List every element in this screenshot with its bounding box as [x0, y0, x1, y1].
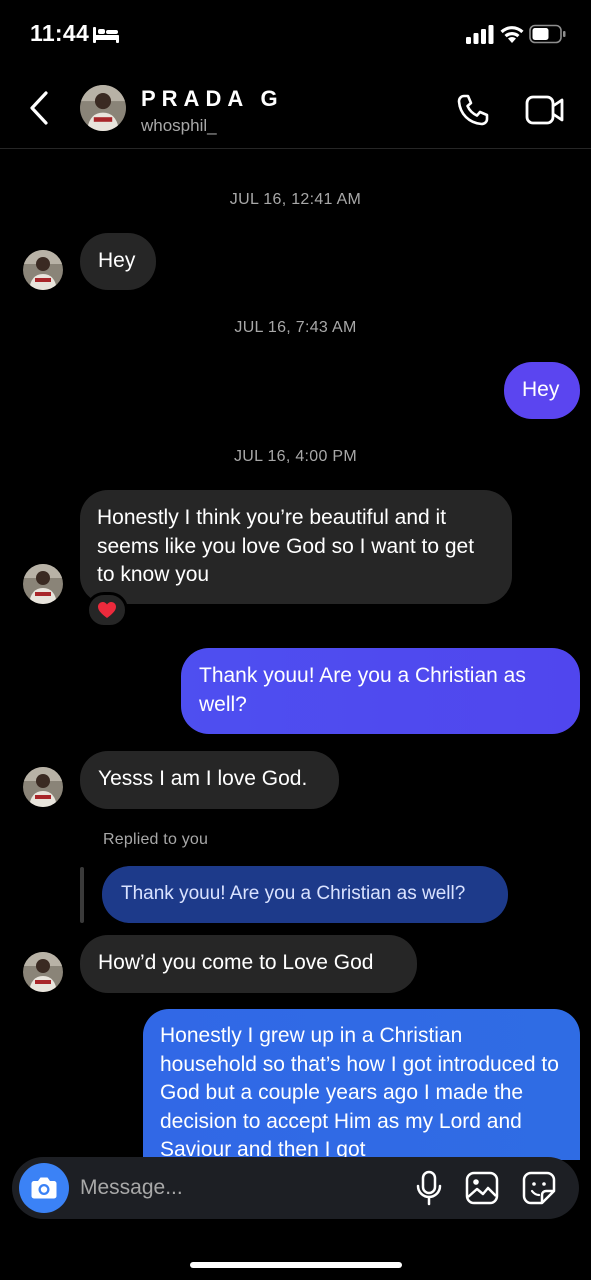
quoted-text: Thank youu! Are you a Christian as well?	[121, 883, 466, 904]
message-thread[interactable]: JUL 16, 12:41 AM Hey JUL 16, 7:43 AM Hey…	[0, 150, 591, 1160]
incoming-message[interactable]: Honestly I think you’re beautiful and it…	[80, 490, 512, 604]
chat-header: PRADA G whosphil_	[0, 70, 591, 149]
wifi-icon	[500, 26, 524, 43]
replied-message-quote[interactable]: Thank youu! Are you a Christian as well?	[102, 866, 508, 923]
sender-avatar[interactable]	[23, 767, 63, 807]
message-text: Honestly I grew up in a Christian househ…	[160, 1024, 559, 1160]
message-composer	[12, 1157, 579, 1219]
message-text: Hey	[98, 249, 136, 272]
incoming-message[interactable]: Hey	[80, 233, 156, 290]
message-timestamp: JUL 16, 7:43 AM	[234, 319, 357, 336]
incoming-message[interactable]: How’d you come to Love God	[80, 935, 417, 993]
sender-avatar[interactable]	[23, 250, 63, 290]
gallery-icon[interactable]	[465, 1171, 499, 1205]
bed-icon	[93, 27, 119, 43]
contact-username[interactable]: whosphil_	[141, 116, 217, 136]
sender-avatar[interactable]	[23, 952, 63, 992]
incoming-message[interactable]: Yesss I am I love God.	[80, 751, 339, 809]
message-text: Honestly I think you’re beautiful and it…	[97, 506, 475, 586]
sender-avatar[interactable]	[23, 564, 63, 604]
message-timestamp: JUL 16, 4:00 PM	[233, 448, 358, 465]
reply-label: Replied to you	[103, 831, 209, 848]
sticker-icon[interactable]	[522, 1171, 556, 1205]
microphone-icon[interactable]	[415, 1170, 443, 1206]
contact-name[interactable]: PRADA G	[141, 86, 284, 112]
video-camera-icon[interactable]	[525, 93, 565, 127]
heart-icon	[98, 602, 116, 618]
message-text: Yesss I am I love God.	[98, 767, 308, 790]
outgoing-message[interactable]: Honestly I grew up in a Christian househ…	[143, 1009, 580, 1160]
message-text: How’d you come to Love God	[98, 951, 374, 974]
reply-indicator-bar	[80, 867, 84, 923]
back-arrow-icon[interactable]	[26, 88, 56, 128]
battery-icon	[529, 24, 566, 44]
camera-icon	[31, 1177, 57, 1199]
outgoing-message[interactable]: Hey	[504, 362, 580, 419]
camera-button[interactable]	[19, 1163, 69, 1213]
header-avatar[interactable]	[80, 85, 126, 131]
message-input[interactable]	[80, 1172, 400, 1204]
message-text: Hey	[522, 378, 560, 401]
message-text: Thank youu! Are you a Christian as well?	[199, 664, 526, 716]
phone-icon[interactable]	[455, 92, 491, 128]
heart-reaction[interactable]: ❤️	[86, 592, 128, 628]
status-time: 11:44	[30, 20, 90, 46]
outgoing-message[interactable]: Thank youu! Are you a Christian as well?	[181, 648, 580, 734]
message-timestamp: JUL 16, 12:41 AM	[229, 191, 362, 208]
status-bar: 11:44	[0, 0, 591, 70]
cellular-signal-icon	[466, 25, 494, 44]
home-indicator[interactable]	[190, 1262, 402, 1268]
